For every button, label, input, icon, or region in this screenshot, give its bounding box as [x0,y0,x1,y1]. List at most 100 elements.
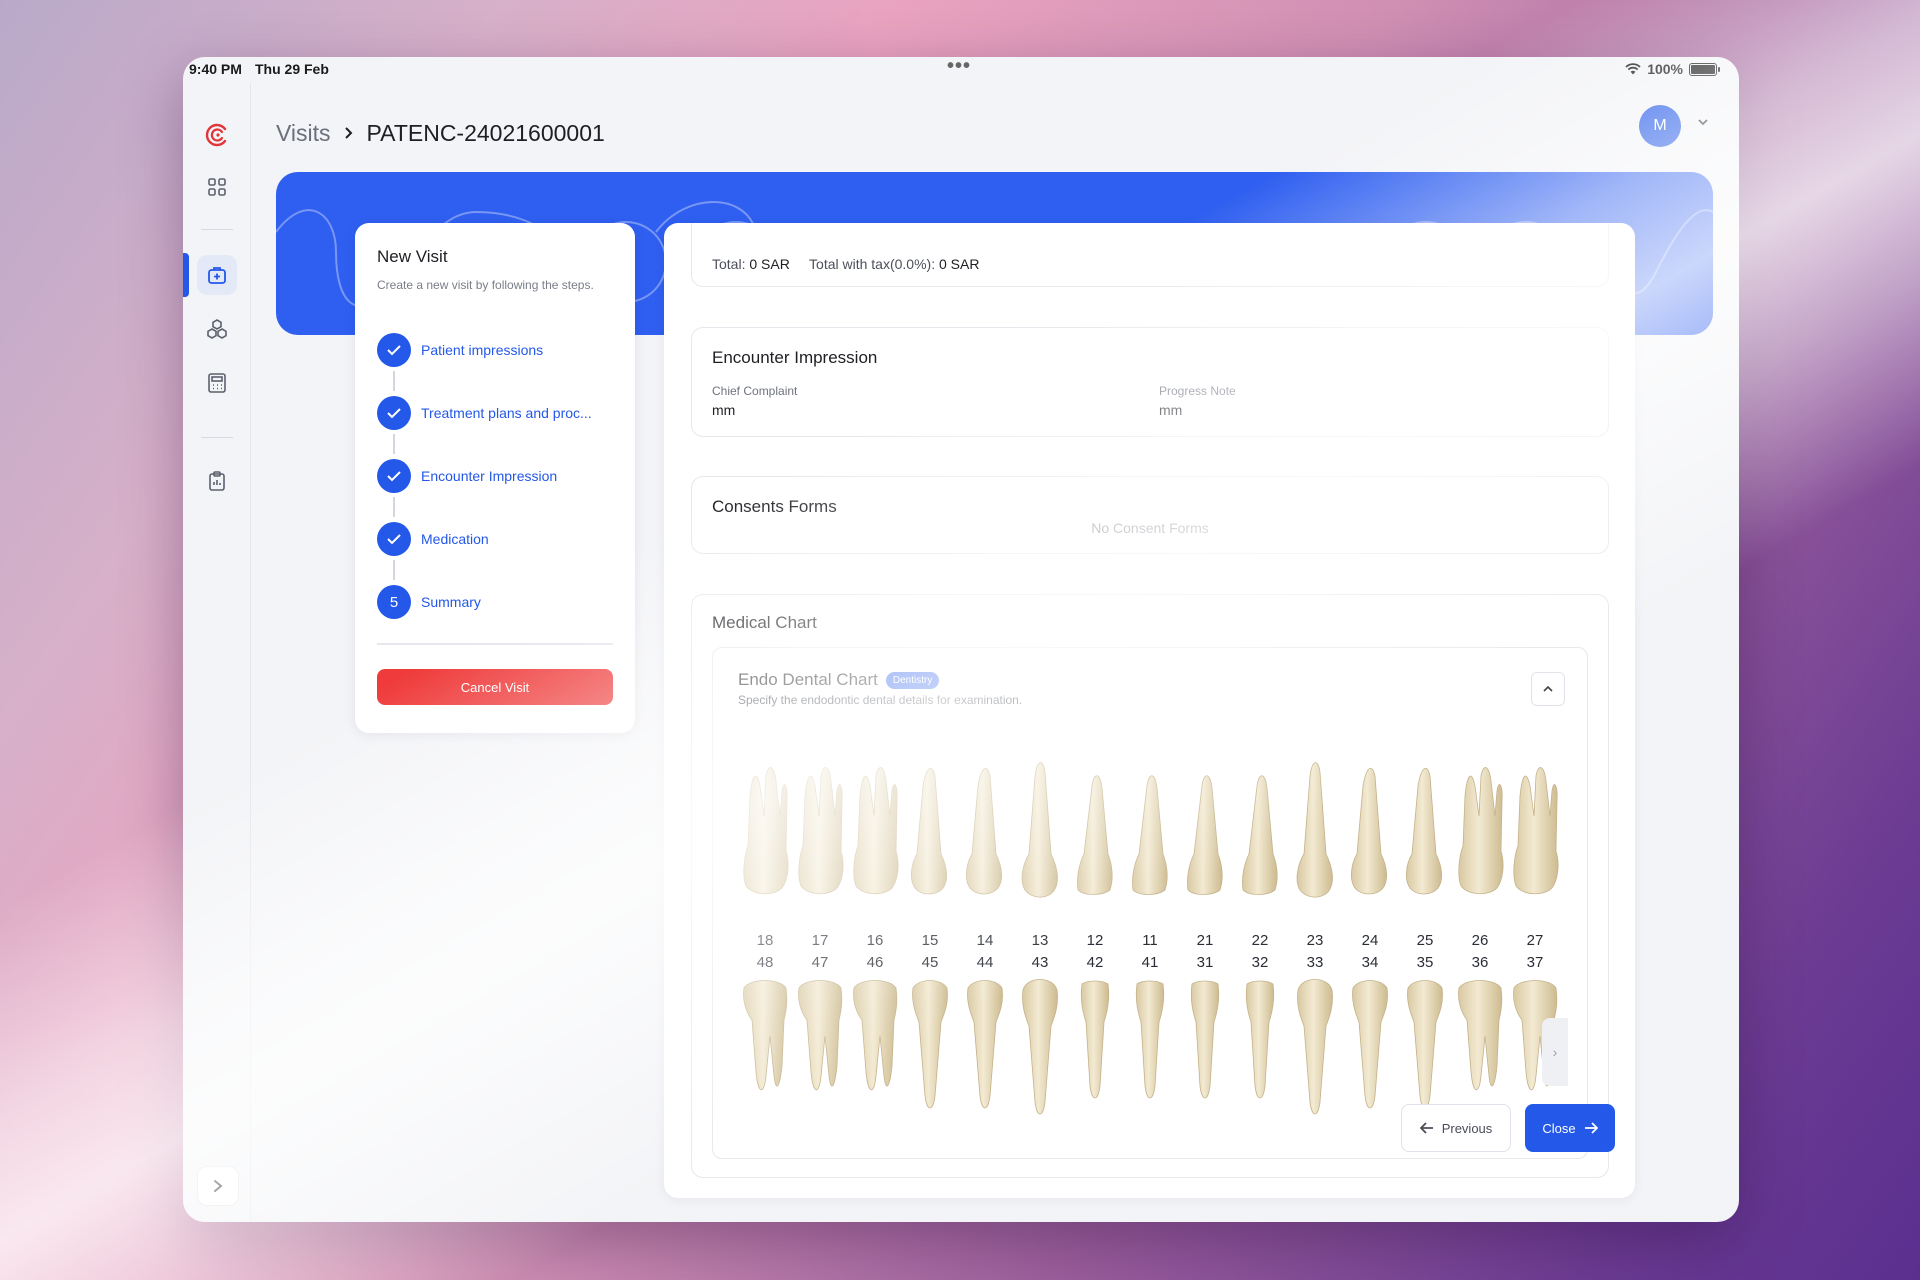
step-encounter-impression[interactable]: Encounter Impression [377,459,592,522]
expand-sidebar-button[interactable] [197,1166,239,1206]
upper-tooth-25[interactable] [1400,756,1450,901]
upper-tooth-23[interactable] [1290,756,1340,901]
tooth-number-upper: 21 [1196,932,1214,949]
upper-tooth-21[interactable] [1180,756,1230,901]
teeth-chart: 27 37 26 36 25 35 24 34 23 33 22 32 21 31 11 41 12 42 13 43… [738,756,1568,1136]
upper-tooth-15[interactable] [905,756,955,901]
step-label: Patient impressions [421,342,544,358]
step-summary[interactable]: 5 Summary [377,585,592,648]
lower-tooth-42[interactable] [1070,976,1120,1121]
step-patient-impressions[interactable]: Patient impressions [377,333,592,396]
tooth-column[interactable]: 13 43 [1013,756,1067,1136]
chevron-up-icon [1543,685,1553,692]
tooth-column[interactable]: 22 32 [1233,756,1287,1136]
tooth-column[interactable]: 21 31 [1178,756,1232,1136]
lower-tooth-41[interactable] [1125,976,1175,1121]
status-right: 100% [1625,61,1720,77]
hexagons-icon[interactable] [197,309,237,349]
upper-tooth-12[interactable] [1070,756,1120,901]
breadcrumb-visits-link[interactable]: Visits [276,120,331,147]
close-button[interactable]: Close [1525,1104,1615,1152]
tooth-number-lower: 33 [1306,954,1324,971]
lower-tooth-46[interactable] [850,976,900,1121]
previous-label: Previous [1441,1120,1493,1136]
page-title: PATENC-24021600001 [366,119,605,146]
lower-tooth-44[interactable] [960,976,1010,1121]
tooth-column[interactable]: 16 46 [848,756,902,1136]
lower-tooth-48[interactable] [740,976,790,1121]
tooth-column[interactable]: 24 34 [1343,756,1397,1136]
lower-tooth-33[interactable] [1290,976,1340,1121]
tooth-number-lower: 48 [756,954,774,971]
endo-dental-chart: Endo Dental Chart Dentistry Specify the … [712,647,1588,1159]
check-icon [377,396,411,430]
collapse-button[interactable] [1531,672,1565,706]
step-label: Encounter Impression [421,468,558,484]
tooth-column[interactable]: 18 48 [738,756,792,1136]
lower-tooth-34[interactable] [1345,976,1395,1121]
ipad-frame: 9:40 PM Thu 29 Feb ••• 100% Visits PATEN… [183,57,1739,1222]
chevron-down-icon[interactable] [1697,117,1709,127]
tooth-number-upper: 22 [1251,932,1269,949]
tooth-column[interactable]: 14 44 [958,756,1012,1136]
avatar[interactable]: M [1639,105,1681,147]
scroll-right-button[interactable]: › [1542,1018,1568,1086]
tooth-column[interactable]: 23 33 [1288,756,1342,1136]
tooth-column[interactable]: 15 45 [903,756,957,1136]
clipboard-icon[interactable] [197,461,237,501]
tooth-number-lower: 45 [921,954,939,971]
upper-tooth-14[interactable] [960,756,1010,901]
upper-tooth-26[interactable] [1455,756,1505,901]
tooth-number-upper: 18 [756,932,774,949]
medical-bag-icon[interactable] [197,255,237,295]
lower-tooth-47[interactable] [795,976,845,1121]
endo-title: Endo Dental Chart [738,670,878,689]
battery-percent: 100% [1647,61,1683,77]
step-label: Treatment plans and proc... [421,405,592,421]
summary-panel: Total: 0 SAR Total with tax(0.0%): 0 SAR… [664,223,1635,1198]
tooth-column[interactable]: 26 36 [1453,756,1507,1136]
chief-complaint-label: Chief Complaint [712,384,798,398]
upper-tooth-17[interactable] [795,756,845,901]
sidebar-divider [201,229,233,230]
lower-tooth-31[interactable] [1180,976,1230,1121]
upper-tooth-11[interactable] [1125,756,1175,901]
medical-chart-title: Medical Chart [712,613,817,632]
sidebar-divider [201,437,233,438]
tooth-column[interactable]: 11 41 [1123,756,1177,1136]
step-medication[interactable]: Medication [377,522,592,585]
calculator-icon[interactable] [197,363,237,403]
tooth-column[interactable]: 17 47 [793,756,847,1136]
step-treatment-plans[interactable]: Treatment plans and proc... [377,396,592,459]
upper-tooth-24[interactable] [1345,756,1395,901]
chief-complaint-value: mm [712,402,736,418]
upper-tooth-18[interactable] [740,756,790,901]
status-date: Thu 29 Feb [255,61,329,77]
consents-title: Consents Forms [712,497,837,516]
tooth-number-lower: 36 [1471,954,1489,971]
upper-tooth-16[interactable] [850,756,900,901]
tooth-number-lower: 43 [1031,954,1049,971]
cancel-visit-button[interactable]: Cancel Visit [377,669,613,705]
previous-button[interactable]: Previous [1401,1104,1511,1152]
grid-icon[interactable] [197,167,237,207]
step-label: Summary [421,594,481,610]
total-tax-value: 0 SAR [938,256,980,272]
tooth-column[interactable]: 12 42 [1068,756,1122,1136]
tooth-number-upper: 11 [1142,932,1158,949]
endo-title-row: Endo Dental Chart Dentistry [738,670,940,690]
tooth-column[interactable]: 25 35 [1398,756,1452,1136]
tooth-number-lower: 34 [1361,954,1379,971]
multitask-dots-icon[interactable]: ••• [947,57,971,78]
upper-tooth-27[interactable] [1510,756,1560,901]
upper-tooth-13[interactable] [1015,756,1065,901]
lower-tooth-35[interactable] [1400,976,1450,1121]
logo-icon[interactable] [197,115,237,155]
upper-tooth-22[interactable] [1235,756,1285,901]
lower-tooth-43[interactable] [1015,976,1065,1121]
total-value: 0 SAR [749,256,790,272]
lower-tooth-32[interactable] [1235,976,1285,1121]
lower-tooth-36[interactable] [1455,976,1505,1121]
lower-tooth-45[interactable] [905,976,955,1121]
progress-note-value: mm [1159,402,1183,418]
